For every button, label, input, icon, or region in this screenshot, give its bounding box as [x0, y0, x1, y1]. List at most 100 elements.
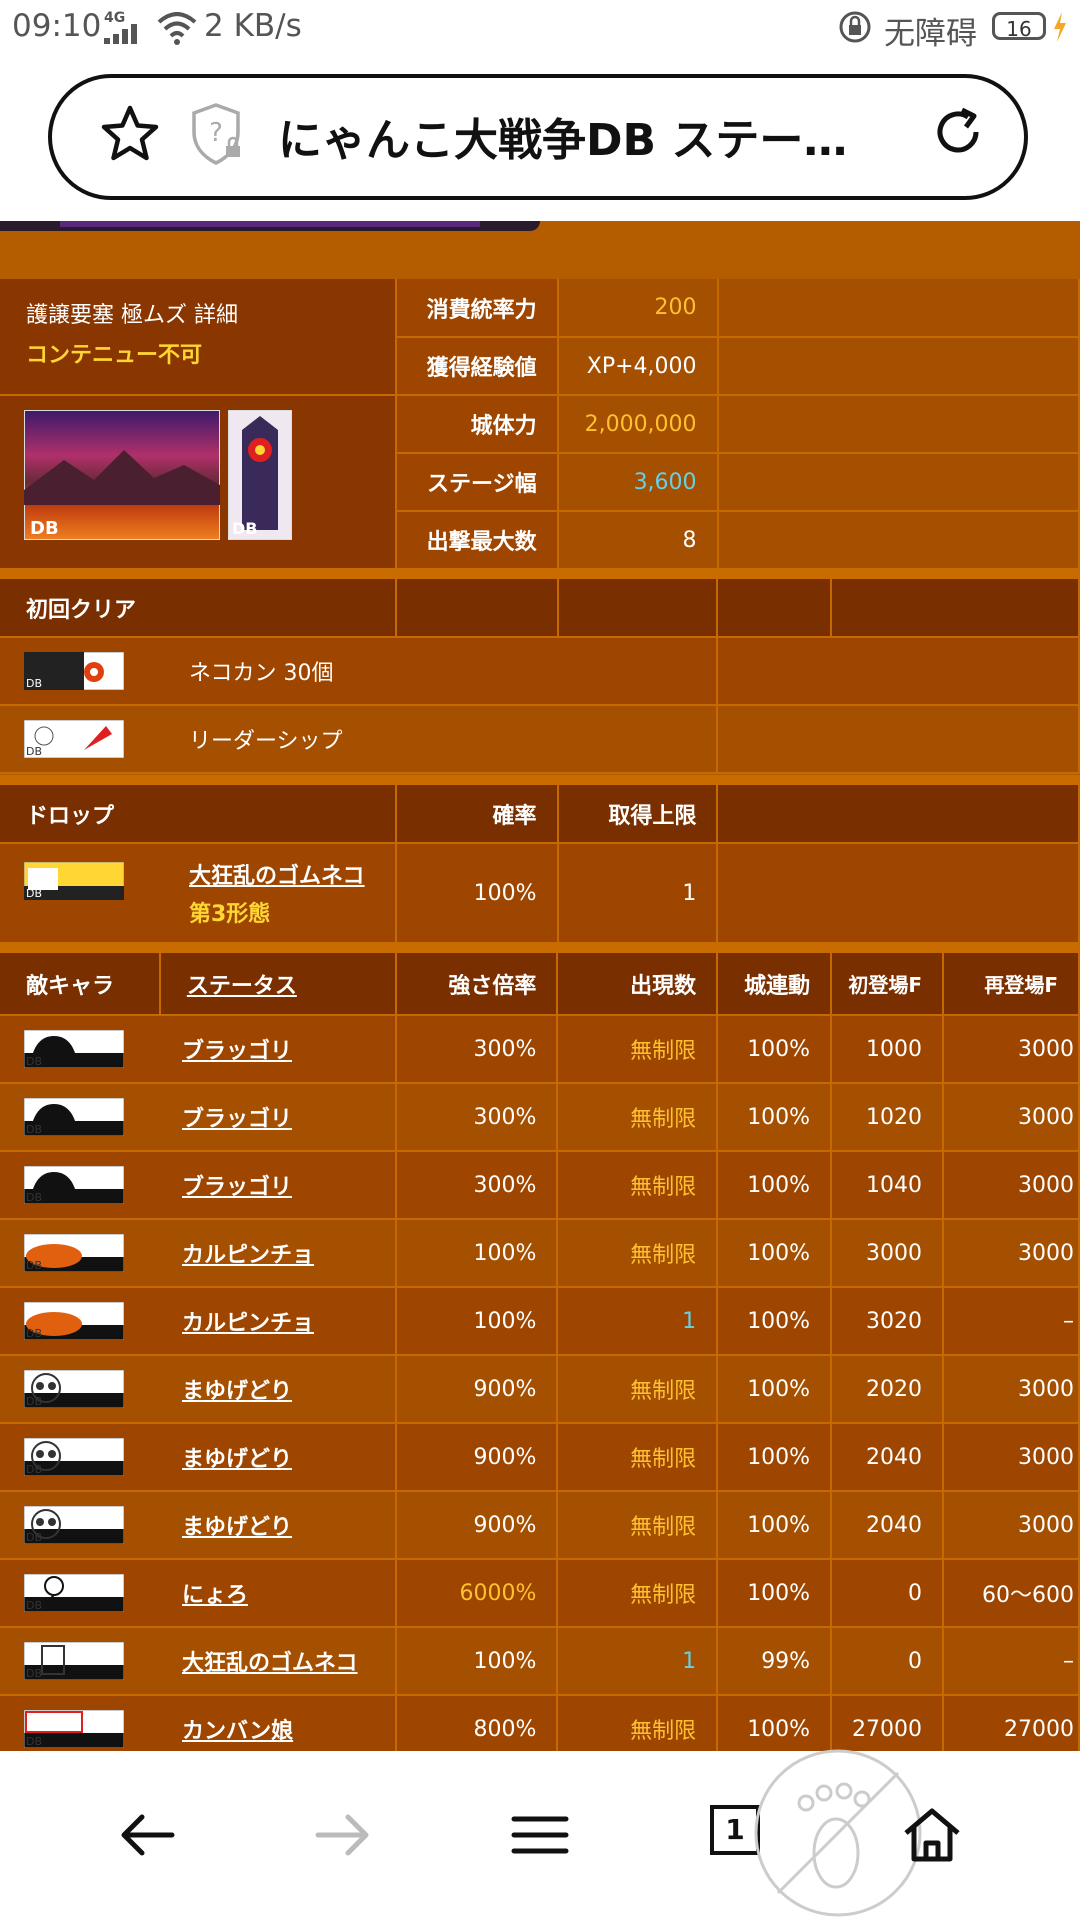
enemy-castle: 100%	[717, 1355, 833, 1424]
enemy-multiplier: 900%	[395, 1491, 559, 1560]
enemy-castle: 100%	[717, 1083, 833, 1152]
col-multiplier: 強さ倍率	[395, 953, 559, 1016]
forward-arrow-icon[interactable]	[310, 1805, 374, 1865]
enemy-gorilla-icon[interactable]: DB	[24, 1166, 124, 1204]
drop-header-rate: 確率	[395, 785, 559, 844]
drop-gomuneko-icon[interactable]: DB	[24, 862, 124, 900]
first-clear-header: 初回クリア	[0, 579, 397, 638]
tab-count: 1	[725, 1813, 745, 1846]
enemy-first-frame: 3000	[831, 1219, 945, 1288]
address-bar[interactable]: ? にゃんこ大戦争DB ステー…	[48, 74, 1028, 200]
stat-label: ステージ幅	[395, 453, 559, 512]
enemy-name-link[interactable]: まゆげどり	[182, 1447, 292, 1472]
stat-value: 200	[557, 279, 719, 338]
enemy-name-link[interactable]: 大狂乱のゴムネコ	[182, 1651, 358, 1676]
enemy-respawn-frame: 3000	[943, 1355, 1080, 1424]
enemy-multiplier: 6000%	[395, 1559, 559, 1628]
enemy-respawn-frame: 3000	[943, 1219, 1080, 1288]
enemy-multiplier: 100%	[395, 1627, 559, 1696]
back-arrow-icon[interactable]	[116, 1805, 180, 1865]
enemy-first-frame: 2040	[831, 1491, 945, 1560]
enemy-first-frame: 1000	[831, 1015, 945, 1084]
page-content: 護譲要塞 極ムズ 詳細 コンテニュー不可 消費統率力 200 獲得経験値 XP+…	[0, 221, 1080, 1751]
stage-info-table: 護譲要塞 極ムズ 詳細 コンテニュー不可 消費統率力 200 獲得経験値 XP+…	[0, 279, 1080, 570]
enemy-name-link[interactable]: ブラッゴリ	[182, 1107, 292, 1132]
enemy-castle: 100%	[717, 1219, 833, 1288]
enemy-name-link[interactable]: カルピンチョ	[182, 1243, 314, 1268]
enemy-castle: 100%	[717, 1287, 833, 1356]
enemy-row: DB カルピンチョ 100% 無制限 100% 3000 3000	[0, 1219, 1080, 1288]
wifi-icon	[157, 12, 197, 45]
enemy-multiplier: 300%	[395, 1151, 559, 1220]
enemy-multiplier: 300%	[395, 1015, 559, 1084]
svg-text:DB: DB	[26, 1259, 42, 1272]
first-clear-table: 初回クリア DB ネコカン 30個 DB リーダーシップ	[0, 579, 1080, 774]
drop-item-link[interactable]: 大狂乱のゴムネコ	[189, 858, 365, 890]
svg-text:DB: DB	[26, 1531, 42, 1544]
enemy-row: DB にょろ 6000% 無制限 100% 0 60～600	[0, 1559, 1080, 1628]
enemy-respawn-frame: 3000	[943, 1491, 1080, 1560]
svg-text:DB: DB	[26, 1735, 42, 1748]
enemy-castle-thumbnail[interactable]: DB	[228, 410, 292, 540]
signal-icon	[104, 24, 137, 44]
reward-leadership-icon: DB	[24, 720, 124, 758]
enemy-snake-icon[interactable]: DB	[24, 1574, 124, 1612]
enemy-owl-icon[interactable]: DB	[24, 1506, 124, 1544]
stat-value: 3,600	[557, 453, 719, 512]
enemy-owl-icon[interactable]: DB	[24, 1370, 124, 1408]
enemy-count: 無制限	[557, 1015, 719, 1084]
security-shield-icon[interactable]: ?	[190, 102, 246, 166]
svg-text:?: ?	[209, 118, 223, 148]
reload-icon[interactable]	[928, 102, 988, 162]
enemy-multiplier: 900%	[395, 1423, 559, 1492]
enemy-capybara-icon[interactable]: DB	[24, 1302, 124, 1340]
enemy-name-link[interactable]: まゆげどり	[182, 1515, 292, 1540]
network-speed: 2 KB/s	[204, 8, 302, 44]
enemy-multiplier: 800%	[395, 1695, 559, 1751]
home-icon[interactable]	[900, 1805, 964, 1865]
enemy-castle: 100%	[717, 1559, 833, 1628]
enemy-name-link[interactable]: カンバン娘	[182, 1719, 293, 1744]
svg-text:DB: DB	[26, 1055, 42, 1068]
enemy-name-link[interactable]: ブラッゴリ	[182, 1175, 292, 1200]
col-status-link[interactable]: ステータス	[187, 974, 297, 999]
enemy-name-link[interactable]: まゆげどり	[182, 1379, 292, 1404]
stage-banner	[0, 221, 540, 231]
reward-catfood-icon: DB	[24, 652, 124, 690]
enemy-table: 敵キャラ ステータス 強さ倍率 出現数 城連動 初登場F 再登場F DB ブラッゴ…	[0, 953, 1080, 1751]
svg-text:DB: DB	[232, 519, 257, 538]
drop-item-form: 第3形態	[189, 902, 271, 927]
enemy-count: 無制限	[557, 1151, 719, 1220]
enemy-respawn-frame: 3000	[943, 1083, 1080, 1152]
reward-name: ネコカン 30個	[189, 661, 334, 686]
enemy-first-frame: 2040	[831, 1423, 945, 1492]
enemy-count: 無制限	[557, 1355, 719, 1424]
enemy-name-link[interactable]: カルピンチョ	[182, 1311, 314, 1336]
enemy-row: DB カルピンチョ 100% 1 100% 3020–	[0, 1287, 1080, 1356]
enemy-first-frame: 3020	[831, 1287, 945, 1356]
stat-value: 2,000,000	[557, 395, 719, 454]
enemy-gorilla-icon[interactable]: DB	[24, 1030, 124, 1068]
drop-header-limit: 取得上限	[557, 785, 719, 844]
enemy-row: DB まゆげどり 900% 無制限 100% 2040 3000	[0, 1423, 1080, 1492]
bookmark-star-icon[interactable]	[100, 104, 160, 164]
enemy-count: 1	[557, 1627, 719, 1696]
enemy-row: DB まゆげどり 900% 無制限 100% 2040 3000	[0, 1491, 1080, 1560]
enemy-kanban-icon[interactable]: DB	[24, 1710, 124, 1748]
stage-background-thumbnail[interactable]: DB	[24, 410, 220, 540]
menu-icon[interactable]	[508, 1805, 572, 1865]
enemy-name-link[interactable]: にょろ	[182, 1583, 248, 1608]
enemy-row: DB まゆげどり 900% 無制限 100% 2020 3000	[0, 1355, 1080, 1424]
enemy-name-link[interactable]: ブラッゴリ	[182, 1039, 292, 1064]
enemy-count: 無制限	[557, 1423, 719, 1492]
enemy-owl-icon[interactable]: DB	[24, 1438, 124, 1476]
enemy-gomuneko-icon[interactable]: DB	[24, 1642, 124, 1680]
enemy-capybara-icon[interactable]: DB	[24, 1234, 124, 1272]
enemy-gorilla-icon[interactable]: DB	[24, 1098, 124, 1136]
page-title[interactable]: にゃんこ大戦争DB ステー…	[278, 104, 968, 168]
enemy-first-frame: 2020	[831, 1355, 945, 1424]
enemy-count: 無制限	[557, 1083, 719, 1152]
enemy-count: 無制限	[557, 1695, 719, 1751]
enemy-respawn-frame: 3000	[943, 1015, 1080, 1084]
svg-text:DB: DB	[26, 887, 42, 900]
